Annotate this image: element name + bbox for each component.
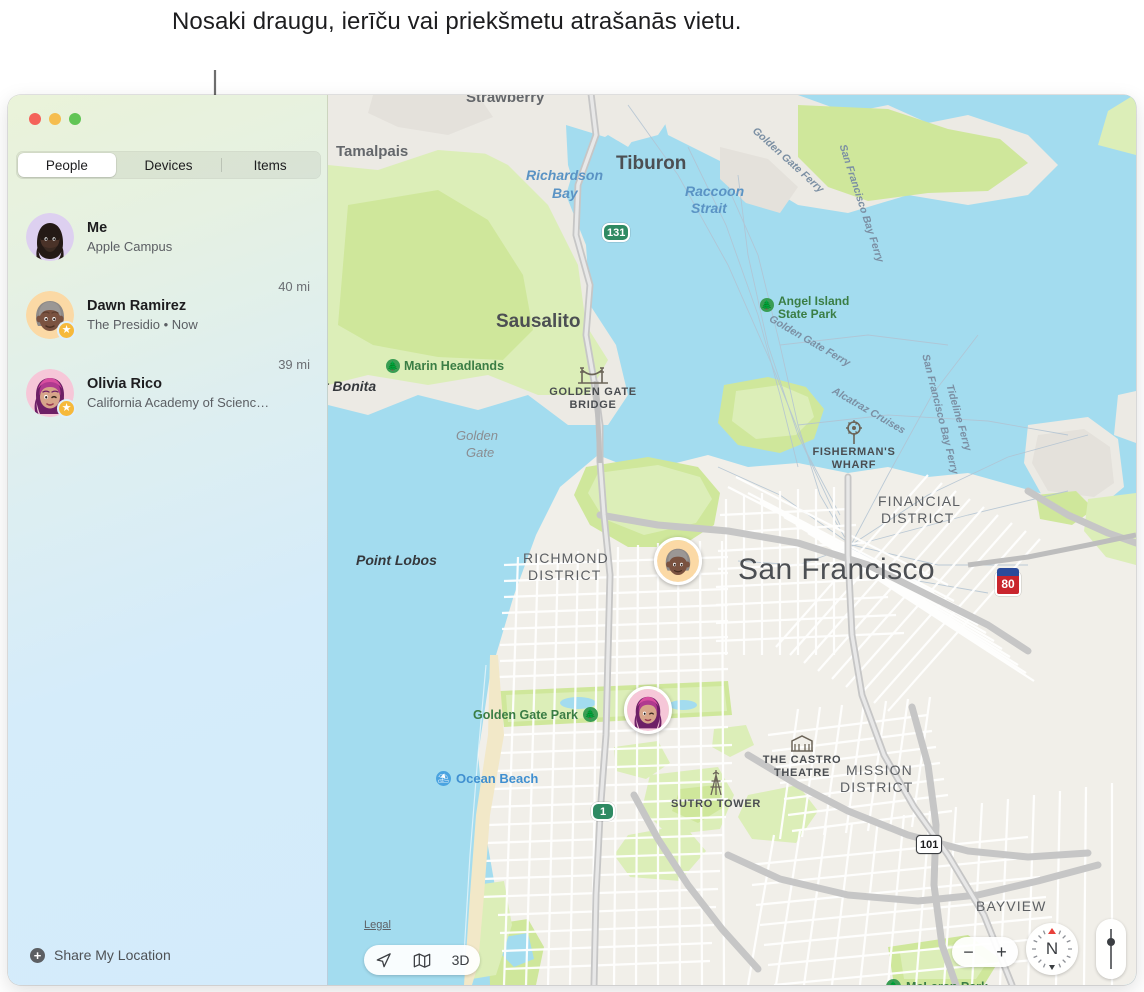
interstate-top-band	[997, 568, 1019, 576]
locate-arrow-icon[interactable]	[375, 952, 392, 969]
route-shield-80-label: 80	[1001, 577, 1015, 591]
pitch-slider[interactable]	[1096, 919, 1126, 979]
callout-text: Nosaki draugu, ierīču vai priekšmetu atr…	[172, 8, 742, 35]
memoji-me-icon	[26, 213, 74, 261]
tab-people-label: People	[45, 157, 88, 173]
pitch-slider-track	[1107, 929, 1115, 969]
map-mode-controls[interactable]: 3D	[364, 945, 480, 975]
person-distance: 40 mi	[278, 279, 310, 294]
person-subtitle: California Academy of Sciences…	[87, 394, 271, 410]
person-distance: 39 mi	[278, 357, 310, 372]
list-item[interactable]: ★ Olivia Rico California Academy of Scie…	[8, 354, 328, 432]
plus-circle-icon: +	[30, 947, 45, 963]
close-button[interactable]	[29, 113, 41, 125]
route-shield-101: 101	[916, 835, 943, 854]
favorite-star-badge: ★	[57, 321, 76, 340]
tab-devices[interactable]: Devices	[120, 153, 218, 177]
legal-link[interactable]: Legal	[364, 919, 391, 931]
avatar: ★	[26, 291, 76, 340]
list-item[interactable]: Me Apple Campus	[8, 198, 328, 276]
zoom-controls[interactable]: − +	[952, 937, 1018, 967]
map-geometry	[328, 95, 1136, 985]
three-d-button[interactable]: 3D	[452, 952, 470, 968]
zoom-out-button[interactable]: −	[963, 942, 974, 963]
sidebar: People Devices Items Me Apple Campus ★ D…	[8, 95, 328, 985]
list-item-text: Dawn Ramirez The Presidio • Now	[87, 297, 270, 334]
share-my-location-button[interactable]: + Share My Location	[8, 943, 328, 967]
segmented-tab-bar[interactable]: People Devices Items	[16, 151, 321, 179]
list-item[interactable]: ★ Dawn Ramirez The Presidio • Now 40 mi	[8, 276, 328, 354]
share-my-location-label: Share My Location	[54, 947, 171, 963]
map-pin-dawn-ramirez[interactable]	[654, 537, 702, 585]
person-subtitle: The Presidio • Now	[87, 316, 198, 332]
person-subtitle: Apple Campus	[87, 238, 173, 254]
compass-control[interactable]: N	[1026, 923, 1078, 975]
list-item-text: Olivia Rico California Academy of Scienc…	[87, 375, 270, 412]
tab-devices-label: Devices	[144, 157, 193, 173]
compass-north-label: N	[1045, 939, 1059, 958]
map-pin-olivia-rico[interactable]	[624, 686, 672, 734]
zoom-in-button[interactable]: +	[996, 942, 1007, 963]
favorite-star-badge: ★	[57, 399, 76, 418]
route-shield-1: 1	[591, 802, 615, 821]
map-layers-icon[interactable]	[413, 952, 431, 969]
tab-items[interactable]: Items	[221, 153, 319, 177]
window-traffic-lights	[29, 113, 81, 125]
person-name: Olivia Rico	[87, 375, 162, 392]
person-name: Dawn Ramirez	[87, 297, 187, 314]
minimize-button[interactable]	[49, 113, 61, 125]
finder-my-window: People Devices Items Me Apple Campus ★ D…	[8, 95, 1136, 985]
avatar: ★	[26, 369, 76, 418]
route-shield-80: 80	[995, 568, 1021, 596]
tab-items-label: Items	[253, 157, 287, 173]
person-name: Me	[87, 219, 108, 236]
tab-people[interactable]: People	[18, 153, 116, 177]
avatar	[26, 213, 74, 261]
map-canvas[interactable]: Golden Gate Ferry San Francisco Bay Ferr…	[328, 95, 1136, 985]
people-list: Me Apple Campus ★ Dawn Ramirez The Presi…	[8, 198, 328, 432]
zoom-button[interactable]	[69, 113, 81, 125]
list-item-text: Me Apple Campus	[87, 219, 302, 256]
route-shield-131: 131	[602, 223, 631, 242]
